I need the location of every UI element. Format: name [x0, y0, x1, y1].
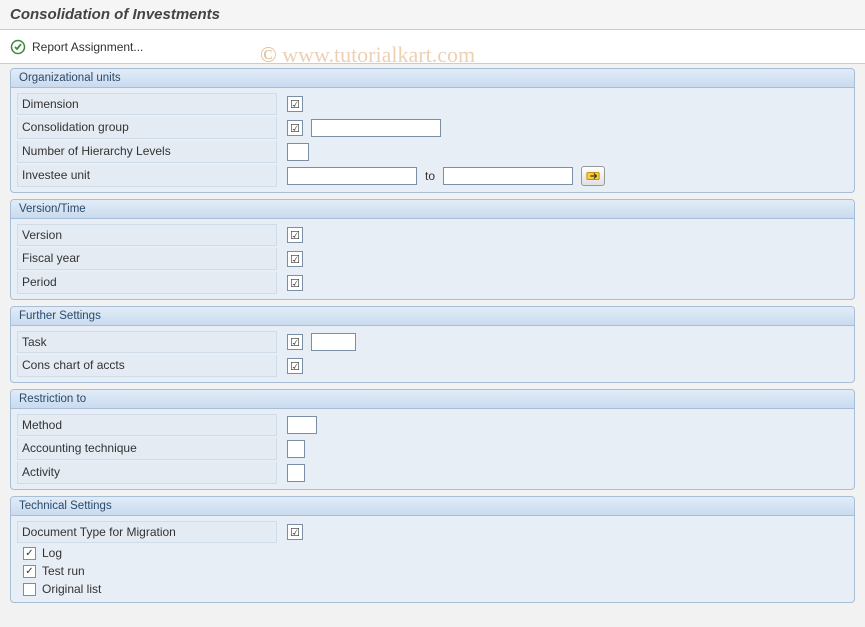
testrun-checkbox[interactable] [23, 565, 36, 578]
group-header-technical: Technical Settings [11, 497, 854, 516]
num-levels-input[interactable] [287, 143, 309, 161]
activity-input[interactable] [287, 464, 305, 482]
cons-group-required-indicator[interactable]: ☑ [287, 120, 303, 136]
multiple-selection-button[interactable] [581, 166, 605, 186]
testrun-label: Test run [42, 564, 85, 578]
original-list-label: Original list [42, 582, 101, 596]
label-cons-group: Consolidation group [17, 117, 277, 139]
investee-to-input[interactable] [443, 167, 573, 185]
group-header-org: Organizational units [11, 69, 854, 88]
group-version-time: Version/Time Version ☑ Fiscal year ☑ Perio… [10, 199, 855, 300]
group-header-restriction: Restriction to [11, 390, 854, 409]
group-further: Further Settings Task ☑ Cons chart of acc… [10, 306, 855, 383]
label-fiscal: Fiscal year [17, 248, 277, 270]
investee-from-input[interactable] [287, 167, 417, 185]
content: Organizational units Dimension ☑ Consoli… [0, 64, 865, 607]
label-investee: Investee unit [17, 165, 277, 187]
execute-icon[interactable] [10, 39, 26, 55]
title-bar: Consolidation of Investments [0, 0, 865, 30]
label-method: Method [17, 414, 277, 436]
label-task: Task [17, 331, 277, 353]
report-assignment-link[interactable]: Report Assignment... [32, 40, 143, 54]
log-label: Log [42, 546, 62, 560]
period-required-indicator[interactable]: ☑ [287, 275, 303, 291]
version-required-indicator[interactable]: ☑ [287, 227, 303, 243]
page-title: Consolidation of Investments [10, 6, 220, 23]
label-num-levels: Number of Hierarchy Levels [17, 141, 277, 163]
method-input[interactable] [287, 416, 317, 434]
label-acct-tech: Accounting technique [17, 438, 277, 460]
coa-required-indicator[interactable]: ☑ [287, 358, 303, 374]
cons-group-input[interactable] [311, 119, 441, 137]
label-coa: Cons chart of accts [17, 355, 277, 377]
group-org-units: Organizational units Dimension ☑ Consoli… [10, 68, 855, 193]
task-required-indicator[interactable]: ☑ [287, 334, 303, 350]
group-restriction: Restriction to Method Accounting techniq… [10, 389, 855, 490]
fiscal-required-indicator[interactable]: ☑ [287, 251, 303, 267]
acct-tech-input[interactable] [287, 440, 305, 458]
original-list-checkbox[interactable] [23, 583, 36, 596]
label-doctype: Document Type for Migration [17, 521, 277, 543]
label-version: Version [17, 224, 277, 246]
doctype-required-indicator[interactable]: ☑ [287, 524, 303, 540]
to-label: to [425, 169, 435, 183]
group-technical: Technical Settings Document Type for Mig… [10, 496, 855, 603]
task-input[interactable] [311, 333, 356, 351]
log-checkbox[interactable] [23, 547, 36, 560]
label-period: Period [17, 272, 277, 294]
toolbar: Report Assignment... [0, 30, 865, 64]
group-header-further: Further Settings [11, 307, 854, 326]
group-header-version: Version/Time [11, 200, 854, 219]
label-activity: Activity [17, 462, 277, 484]
label-dimension: Dimension [17, 93, 277, 115]
dimension-required-indicator[interactable]: ☑ [287, 96, 303, 112]
